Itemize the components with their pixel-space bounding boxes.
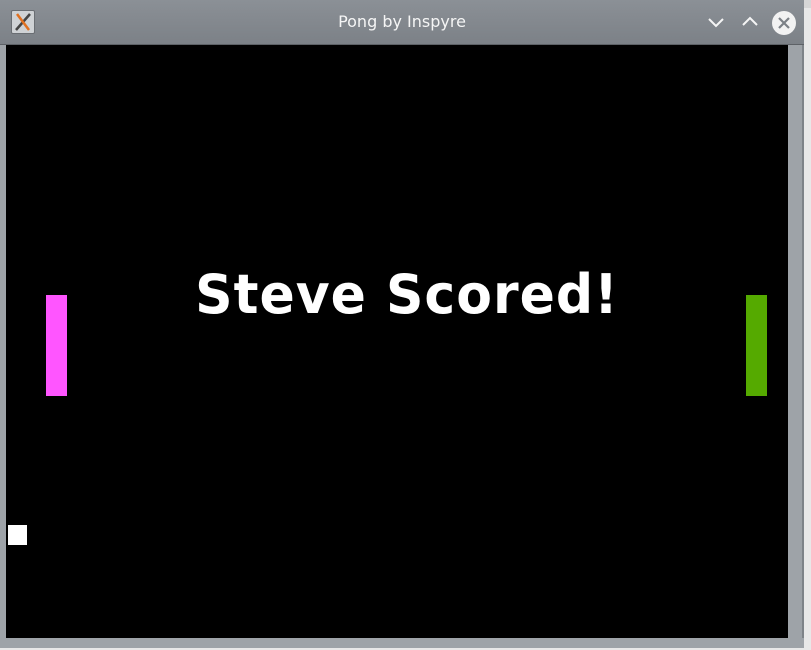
window-bottom-border [0,638,804,648]
close-icon [772,11,796,35]
game-canvas[interactable]: Steve Scored! [6,45,788,638]
app-window: Pong by Inspyre Steve Scored! [0,0,804,648]
title-bar[interactable]: Pong by Inspyre [0,0,804,45]
score-message: Steve Scored! [195,263,619,327]
window-title: Pong by Inspyre [338,12,466,31]
close-button[interactable] [771,10,796,35]
minimize-button[interactable] [704,10,728,34]
maximize-button[interactable] [738,10,762,34]
chevron-up-icon [742,16,758,26]
ball [8,525,27,545]
chevron-down-icon [708,18,724,28]
